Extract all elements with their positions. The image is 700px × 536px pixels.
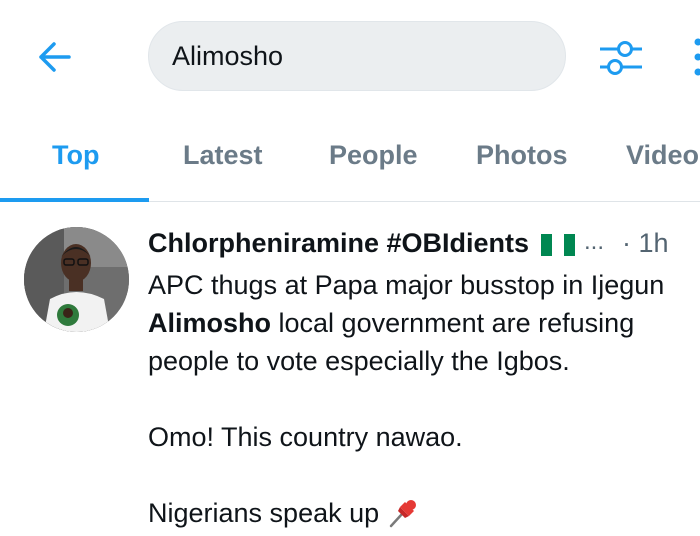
author-name[interactable]: Chlorpheniramine #OBIdients	[148, 228, 529, 259]
search-tabs: Top Latest People Photos Videos	[0, 110, 700, 202]
tweet-line-text: Nigerians speak up	[148, 498, 387, 528]
tab-latest[interactable]: Latest	[183, 140, 263, 171]
name-truncation: ...	[584, 228, 605, 255]
search-field[interactable]	[148, 21, 566, 91]
search-highlight: Alimosho	[148, 308, 272, 338]
tab-videos[interactable]: Videos	[626, 140, 700, 171]
pushpin-icon	[389, 500, 416, 528]
tweet-time[interactable]: · 1h	[622, 228, 669, 259]
tweet-text: APC thugs at Papa major busstop in Ijegu…	[148, 266, 700, 532]
tweet-line: Omo! This country nawao.	[148, 422, 463, 452]
tweet-line: Alimosho local government are refusing	[148, 304, 700, 342]
top-bar	[0, 0, 700, 110]
more-vertical-icon	[694, 38, 700, 76]
more-options-button[interactable]	[686, 33, 700, 83]
tweet-line: Nigerians speak up	[148, 494, 700, 532]
nigeria-flag-icon	[541, 234, 575, 256]
tweet-line: APC thugs at Papa major busstop in Ijegu…	[148, 270, 665, 300]
tab-top[interactable]: Top	[52, 140, 99, 171]
tab-photos[interactable]: Photos	[476, 140, 568, 171]
avatar-photo	[24, 227, 129, 332]
tab-people[interactable]: People	[329, 140, 418, 171]
search-input[interactable]	[172, 40, 542, 72]
tweet-line: people to vote especially the Igbos.	[148, 346, 570, 376]
sliders-icon	[600, 41, 642, 75]
tweet-line-rest: local government are refusing	[271, 308, 635, 338]
tweet-header: Chlorpheniramine #OBIdients ... · 1h ▾	[148, 228, 700, 264]
back-button[interactable]	[30, 33, 78, 81]
avatar[interactable]	[24, 227, 129, 332]
search-filter-button[interactable]	[596, 33, 646, 83]
search-results-screen: Top Latest People Photos Videos Chlor	[0, 0, 700, 536]
arrow-left-icon	[39, 42, 71, 72]
tweet[interactable]: Chlorpheniramine #OBIdients ... · 1h ▾ A…	[0, 202, 700, 536]
